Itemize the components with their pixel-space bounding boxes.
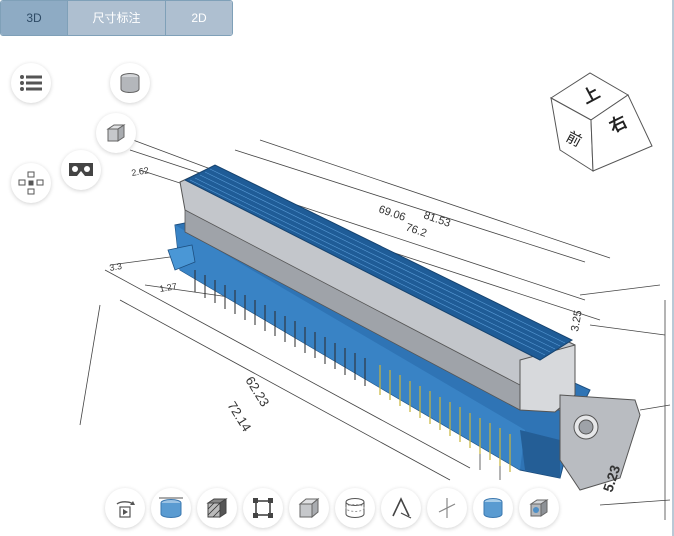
cube-view-icon xyxy=(106,124,126,142)
rotate-play-icon xyxy=(116,501,135,518)
list-icon xyxy=(20,75,42,91)
vr-view-button[interactable] xyxy=(61,150,101,190)
fit-view-icon xyxy=(159,497,183,518)
cylinder-solid-button[interactable] xyxy=(473,488,513,528)
hatch-section-button[interactable] xyxy=(197,488,237,528)
dim-72-14: 72.14 xyxy=(224,399,254,435)
dim-2-62: 2.62 xyxy=(131,165,150,178)
box-view-button[interactable] xyxy=(289,488,329,528)
view-cube[interactable]: 上 前 右 xyxy=(548,70,656,176)
dim-62-23: 62.23 xyxy=(242,374,272,410)
explode-view-button[interactable] xyxy=(11,163,51,203)
vr-headset-icon xyxy=(69,163,93,176)
rotate-play-button[interactable] xyxy=(105,488,145,528)
fit-view-button[interactable] xyxy=(151,488,191,528)
cylinder-view-icon xyxy=(120,73,140,93)
frame-select-button[interactable] xyxy=(243,488,283,528)
dim-76-2: 76.2 xyxy=(404,221,428,239)
box-icon xyxy=(298,497,320,519)
measure-icon xyxy=(392,497,412,519)
cylinder-solid-icon xyxy=(483,498,503,518)
frame-select-icon xyxy=(253,498,273,518)
dim-69-06: 69.06 xyxy=(377,203,407,223)
explode-view-icon xyxy=(18,171,44,195)
settings-cube-button[interactable] xyxy=(519,488,559,528)
measure-button[interactable] xyxy=(381,488,421,528)
cylinder-wire-button[interactable] xyxy=(335,488,375,528)
cube-view-button[interactable] xyxy=(96,113,136,153)
settings-cube-icon xyxy=(529,499,549,517)
dim-3-25: 3.25 xyxy=(569,309,585,332)
dim-3-3: 3.3 xyxy=(109,261,123,273)
axis-button[interactable] xyxy=(427,488,467,528)
axis-icon xyxy=(438,498,456,518)
cylinder-wire-icon xyxy=(345,498,365,518)
cylinder-view-button[interactable] xyxy=(110,63,150,103)
list-button[interactable] xyxy=(11,63,51,103)
dim-81-53: 81.53 xyxy=(422,209,452,229)
hatch-section-icon xyxy=(206,498,228,518)
dim-1-27: 1.27 xyxy=(159,281,178,294)
